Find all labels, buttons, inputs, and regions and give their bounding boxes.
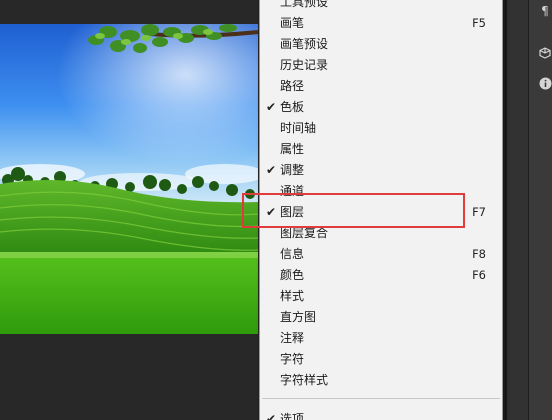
menu-item-shortcut: F5 — [472, 15, 486, 30]
panel-divider — [505, 0, 507, 420]
menu-item-shortcut: F8 — [472, 246, 486, 261]
document-canvas-area[interactable] — [0, 0, 258, 420]
checkmark-icon: ✔ — [265, 162, 277, 177]
paragraph-icon[interactable]: ¶ — [538, 4, 552, 18]
menu-item-7[interactable]: 属性 — [260, 138, 502, 159]
document-image[interactable] — [0, 24, 258, 334]
menu-item-label: 注释 — [280, 331, 305, 345]
menu-item-label: 信息 — [280, 247, 305, 261]
menu-item-label: 路径 — [280, 79, 305, 93]
menu-item-shortcut: F7 — [472, 204, 486, 219]
menu-item-label: 颜色 — [280, 268, 305, 282]
collapsed-panel-strip — [528, 0, 552, 420]
menu-separator — [262, 398, 500, 399]
menu-item-label: 工具预设 — [280, 0, 329, 9]
menu-item-label: 历史记录 — [280, 58, 329, 72]
menu-item-2[interactable]: 画笔预设 — [260, 33, 502, 54]
menu-item-0[interactable]: 工具预设 — [260, 0, 502, 12]
menu-item-16[interactable]: 注释 — [260, 327, 502, 348]
landscape-photo — [0, 24, 258, 334]
menu-item-4[interactable]: 路径 — [260, 75, 502, 96]
menu-item-14[interactable]: 样式 — [260, 285, 502, 306]
info-icon[interactable] — [538, 76, 552, 90]
menu-item-19[interactable]: ✔ 选项 — [260, 408, 502, 420]
menu-item-label: 色板 — [280, 100, 305, 114]
menu-item-shortcut: F6 — [472, 267, 486, 282]
menu-item-label: 样式 — [280, 289, 305, 303]
menu-item-label: 直方图 — [280, 310, 317, 324]
menu-item-label: 画笔预设 — [280, 37, 329, 51]
menu-item-1[interactable]: 画笔 F5 — [260, 12, 502, 33]
menu-item-label: 字符样式 — [280, 373, 329, 387]
3d-cube-icon[interactable] — [538, 46, 552, 60]
menu-item-label: 属性 — [280, 142, 305, 156]
menu-item-label: 字符 — [280, 352, 305, 366]
menu-item-13[interactable]: 颜色 F6 — [260, 264, 502, 285]
menu-item-18[interactable]: 字符样式 — [260, 369, 502, 390]
checkmark-icon: ✔ — [265, 411, 277, 420]
menu-item-label: 调整 — [280, 163, 305, 177]
menu-item-6[interactable]: 时间轴 — [260, 117, 502, 138]
menu-item-12[interactable]: 信息 F8 — [260, 243, 502, 264]
photoshop-workspace: ¶ 工具预设 画笔 F5 画笔预设 历史记录 路径 ✔ 色板 时间轴 属性 ✔ 调整 通道 ✔ 图层 F7 图层… — [0, 0, 552, 420]
menu-item-5[interactable]: ✔ 色板 — [260, 96, 502, 117]
menu-item-label: 选项 — [280, 412, 305, 420]
menu-item-3[interactable]: 历史记录 — [260, 54, 502, 75]
menu-item-15[interactable]: 直方图 — [260, 306, 502, 327]
menu-item-label: 时间轴 — [280, 121, 317, 135]
checkmark-icon: ✔ — [265, 99, 277, 114]
menu-item-8[interactable]: ✔ 调整 — [260, 159, 502, 180]
menu-item-17[interactable]: 字符 — [260, 348, 502, 369]
layers-highlight-annotation — [242, 193, 465, 228]
menu-item-label: 画笔 — [280, 16, 305, 30]
